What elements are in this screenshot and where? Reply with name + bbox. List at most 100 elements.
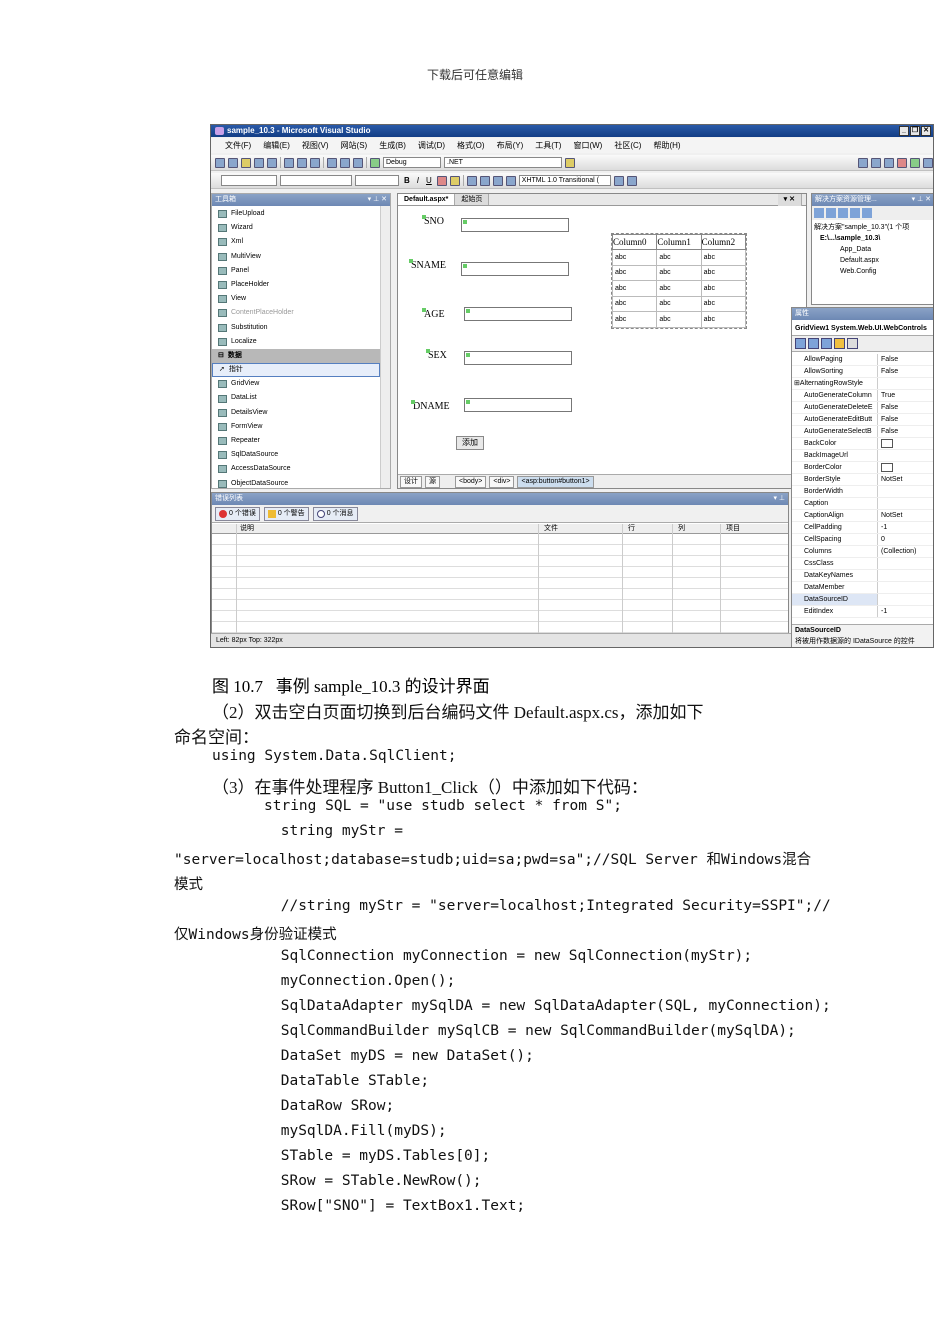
forecolor-icon[interactable] bbox=[436, 175, 447, 186]
open-icon[interactable] bbox=[241, 157, 251, 168]
solution-node[interactable]: 解决方案"sample_10.3"(1 个项 bbox=[814, 222, 909, 233]
property-value[interactable] bbox=[878, 438, 933, 449]
refresh-icon[interactable] bbox=[826, 208, 836, 218]
menu-edit[interactable]: 编辑(E) bbox=[257, 140, 296, 151]
new-project-icon[interactable] bbox=[215, 157, 225, 168]
property-row[interactable]: Columns (Collection) bbox=[792, 546, 933, 558]
toolbox-item[interactable]: FileUpload bbox=[212, 207, 380, 221]
property-row[interactable]: DataSourceID bbox=[792, 594, 933, 606]
col-project[interactable]: 项目 bbox=[726, 524, 740, 534]
property-row[interactable]: BorderWidth bbox=[792, 486, 933, 498]
toolbox-item[interactable]: PlaceHolder bbox=[212, 278, 380, 292]
textbox-sno[interactable] bbox=[461, 218, 569, 232]
property-value[interactable]: False bbox=[878, 354, 933, 365]
toolbox-category-data[interactable]: ⊟ 数据 bbox=[212, 348, 380, 364]
property-row[interactable]: CssClass bbox=[792, 558, 933, 570]
properties-icon[interactable] bbox=[871, 157, 881, 168]
toolbox-item[interactable]: Wizard bbox=[212, 221, 380, 235]
tag-button1[interactable]: <asp:button#button1> bbox=[517, 475, 594, 488]
events-icon[interactable] bbox=[834, 338, 845, 349]
label-age[interactable]: AGE bbox=[422, 308, 445, 320]
property-value[interactable]: False bbox=[878, 426, 933, 437]
navigate-icon[interactable] bbox=[353, 157, 363, 168]
tag-div[interactable]: <div> bbox=[489, 475, 515, 488]
app-data-node[interactable]: App_Data bbox=[814, 244, 909, 255]
warnings-filter-button[interactable]: 0 个警告 bbox=[263, 506, 309, 521]
style-select[interactable] bbox=[221, 175, 277, 186]
property-row[interactable]: BackColor bbox=[792, 438, 933, 450]
toolbox-item[interactable]: Xml bbox=[212, 235, 380, 249]
restore-button[interactable]: ❐ bbox=[910, 126, 920, 136]
menu-layout[interactable]: 布局(Y) bbox=[491, 140, 530, 151]
property-value[interactable] bbox=[878, 570, 933, 581]
property-row[interactable]: CellPadding -1 bbox=[792, 522, 933, 534]
close-button[interactable]: ✕ bbox=[921, 126, 931, 136]
property-row[interactable]: CellSpacing 0 bbox=[792, 534, 933, 546]
tab-start-page[interactable]: 起始页 bbox=[455, 194, 490, 205]
menu-community[interactable]: 社区(C) bbox=[608, 140, 647, 151]
add-button[interactable]: 添加 bbox=[456, 436, 484, 450]
start-debug-icon[interactable] bbox=[370, 157, 380, 168]
website-node[interactable]: E:\...\sample_10.3\ bbox=[814, 233, 909, 244]
property-value[interactable]: -1 bbox=[878, 522, 933, 533]
numbered-list-icon[interactable] bbox=[479, 175, 490, 186]
toolbox-item[interactable]: DetailsView bbox=[212, 406, 380, 420]
property-value[interactable]: True bbox=[878, 390, 933, 401]
toolbox-icon[interactable] bbox=[897, 157, 907, 168]
highlight-icon[interactable] bbox=[449, 175, 460, 186]
label-sex[interactable]: SEX bbox=[426, 349, 447, 361]
toolbox-item[interactable]: Substitution bbox=[212, 321, 380, 335]
menu-build[interactable]: 生成(B) bbox=[373, 140, 412, 151]
save-all-icon[interactable] bbox=[267, 157, 277, 168]
start-page-icon[interactable] bbox=[910, 157, 920, 168]
bullet-list-icon[interactable] bbox=[492, 175, 503, 186]
tab-design[interactable]: 设计 bbox=[400, 475, 422, 488]
property-value[interactable] bbox=[878, 582, 933, 593]
menu-file[interactable]: 文件(F) bbox=[219, 140, 257, 151]
toolbox-item[interactable]: Panel bbox=[212, 264, 380, 278]
object-selector[interactable]: GridView1 System.Web.UI.WebControls bbox=[792, 322, 933, 336]
property-value[interactable] bbox=[878, 450, 933, 461]
paste-icon[interactable] bbox=[310, 157, 320, 168]
tag-body[interactable]: <body> bbox=[455, 475, 487, 488]
property-value[interactable]: -1 bbox=[878, 606, 933, 617]
copy-icon[interactable] bbox=[297, 157, 307, 168]
property-row[interactable]: BorderColor bbox=[792, 462, 933, 474]
categorized-icon[interactable] bbox=[795, 338, 806, 349]
property-row[interactable]: Caption bbox=[792, 498, 933, 510]
font-select[interactable] bbox=[280, 175, 352, 186]
toolbox-item[interactable]: ➚ 指针 bbox=[212, 363, 380, 378]
property-value[interactable]: 0 bbox=[878, 534, 933, 545]
undo-icon[interactable] bbox=[327, 157, 337, 168]
property-value[interactable]: False bbox=[878, 366, 933, 377]
gridview1[interactable]: Column0 Column1 Column2 abc abc abc abc abc abc… bbox=[611, 233, 747, 329]
save-icon[interactable] bbox=[254, 157, 264, 168]
property-row[interactable]: CaptionAlign NotSet bbox=[792, 510, 933, 522]
property-row[interactable]: AutoGenerateColumn True bbox=[792, 390, 933, 402]
property-row[interactable]: BorderStyle NotSet bbox=[792, 474, 933, 486]
menu-window[interactable]: 窗口(W) bbox=[567, 140, 608, 151]
tab-default-aspx[interactable]: Default.aspx* bbox=[398, 194, 456, 205]
find-icon[interactable] bbox=[565, 157, 575, 168]
textbox-age[interactable] bbox=[464, 307, 572, 321]
toolbox-item[interactable]: SqlDataSource bbox=[212, 448, 380, 462]
menu-debug[interactable]: 调试(D) bbox=[412, 140, 451, 151]
color-swatch[interactable] bbox=[881, 438, 893, 448]
label-dname[interactable]: DNAME bbox=[411, 400, 450, 412]
property-row[interactable]: DataMember bbox=[792, 582, 933, 594]
textbox-sex[interactable] bbox=[464, 351, 572, 365]
size-select[interactable] bbox=[355, 175, 399, 186]
col-line[interactable]: 行 bbox=[628, 524, 635, 534]
toolbox-item[interactable]: Repeater bbox=[212, 434, 380, 448]
col-description[interactable]: 说明 bbox=[240, 524, 254, 534]
pin-icon[interactable]: ▾ ⊥ ✕ bbox=[368, 194, 387, 206]
object-browser-icon[interactable] bbox=[884, 157, 894, 168]
align-icon[interactable] bbox=[466, 175, 477, 186]
tab-source[interactable]: 源 bbox=[425, 475, 440, 488]
validate-icon[interactable] bbox=[505, 175, 516, 186]
platform-select[interactable]: .NET bbox=[444, 157, 562, 168]
underline-button[interactable]: U bbox=[424, 176, 434, 185]
errors-filter-button[interactable]: 0 个错误 bbox=[215, 506, 260, 521]
property-row[interactable]: ⊞AlternatingRowStyle bbox=[792, 378, 933, 390]
menu-view[interactable]: 视图(V) bbox=[296, 140, 335, 151]
